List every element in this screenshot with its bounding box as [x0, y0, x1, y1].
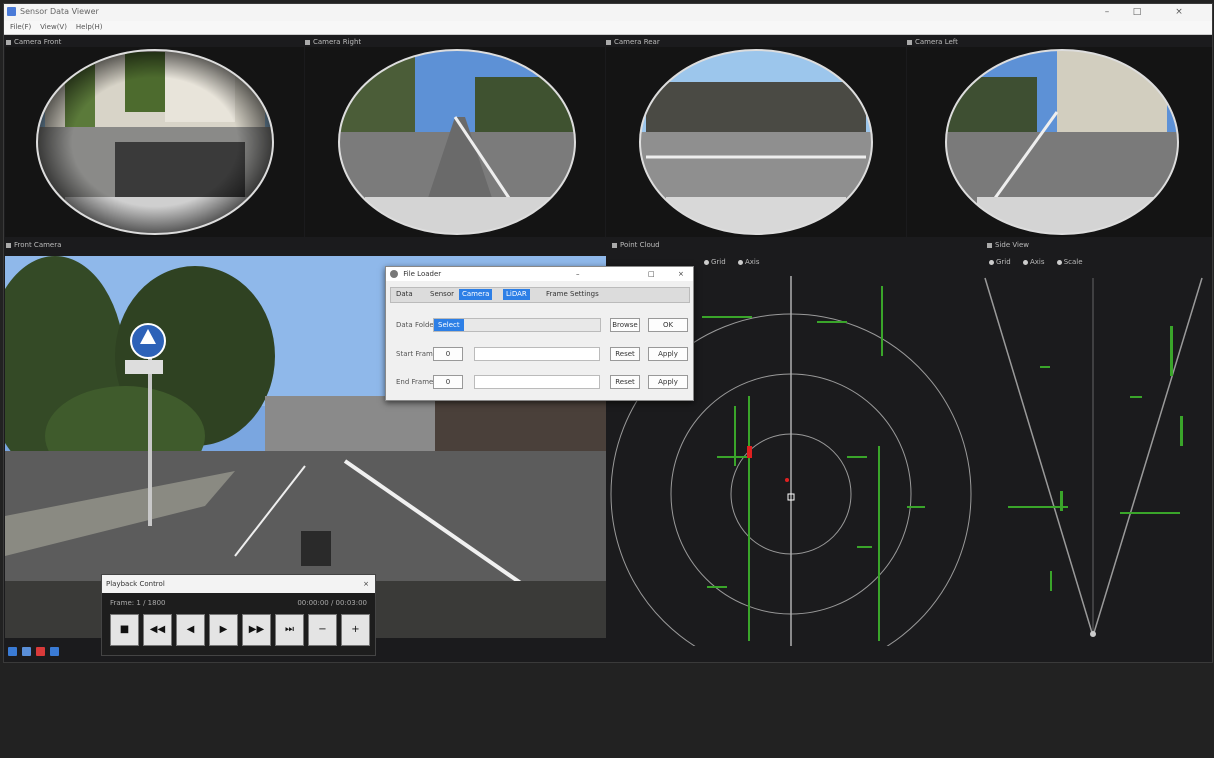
playback-title-bar: Playback Control ×	[102, 575, 375, 593]
tab-sensor[interactable]: Sensor	[427, 289, 457, 300]
end-frame-apply-button[interactable]: Apply	[648, 375, 688, 389]
fast-forward-button[interactable]: ▶▶	[242, 614, 271, 646]
window-title: Sensor Data Viewer	[20, 7, 99, 16]
title-bar: Sensor Data Viewer – □ ×	[4, 4, 1212, 21]
file-loader-dialog: File Loader – □ × Data Sensor Camera LiD…	[385, 266, 694, 401]
time-info: 00:00:00 / 00:03:00	[297, 599, 367, 607]
option-axis-side[interactable]: Axis	[1022, 258, 1044, 266]
tab-data[interactable]: Data	[393, 289, 416, 300]
tab-frame-settings[interactable]: Frame Settings	[543, 289, 602, 300]
playback-panel: Playback Control × Frame: 1 / 1800 00:00…	[101, 574, 376, 656]
start-frame-slider[interactable]	[474, 347, 600, 361]
lidar-side-options: Grid Axis Scale	[989, 258, 1093, 266]
browse-button[interactable]: Browse	[610, 318, 640, 332]
fisheye-view-front[interactable]	[5, 47, 304, 237]
start-frame-value[interactable]: 0	[433, 347, 463, 361]
end-frame-reset-button[interactable]: Reset	[610, 375, 640, 389]
data-folder-value: Select	[434, 319, 464, 331]
dialog-close-icon[interactable]: ×	[678, 267, 684, 281]
end-frame-value[interactable]: 0	[433, 375, 463, 389]
rewind-button[interactable]: ◀◀	[143, 614, 172, 646]
tab-lidar[interactable]: LiDAR	[503, 289, 530, 300]
fisheye-view-rear[interactable]	[606, 47, 906, 237]
playback-title: Playback Control	[106, 580, 165, 588]
fisheye-4-label: Camera Left	[907, 38, 958, 46]
playback-close-icon[interactable]: ×	[363, 575, 369, 593]
option-scale-side[interactable]: Scale	[1056, 258, 1083, 266]
lidar-side-label: Side View	[987, 241, 1029, 249]
camera-icon[interactable]	[21, 647, 31, 656]
data-folder-field[interactable]: Select	[433, 318, 601, 332]
skip-end-button[interactable]: ⏭	[275, 614, 304, 646]
option-axis[interactable]: Axis	[737, 258, 759, 266]
lidar-side-canvas	[980, 266, 1212, 646]
option-grid-side[interactable]: Grid	[989, 258, 1011, 266]
ok-button[interactable]: OK	[648, 318, 688, 332]
end-frame-slider[interactable]	[474, 375, 600, 389]
status-icons	[8, 647, 61, 657]
option-grid[interactable]: Grid	[704, 258, 726, 266]
fisheye-1-label: Camera Front	[6, 38, 61, 46]
frame-info: Frame: 1 / 1800	[110, 599, 166, 607]
fisheye-view-right[interactable]	[305, 47, 605, 237]
dialog-maximize-icon[interactable]: □	[648, 267, 655, 281]
menu-bar: File(F) View(V) Help(H)	[4, 21, 1212, 35]
dialog-title-bar: File Loader – □ ×	[386, 267, 693, 281]
stop-button[interactable]: ■	[110, 614, 139, 646]
fisheye-view-left[interactable]	[907, 47, 1212, 237]
zoom-out-button[interactable]: −	[308, 614, 337, 646]
lidar-side-view[interactable]	[980, 266, 1212, 646]
zoom-in-button[interactable]: +	[341, 614, 370, 646]
maximize-button[interactable]: □	[1122, 4, 1152, 21]
lidar-top-options: Grid Axis	[704, 258, 769, 266]
start-frame-apply-button[interactable]: Apply	[648, 347, 688, 361]
dialog-title: File Loader	[403, 270, 442, 278]
grid-view-icon[interactable]	[8, 647, 17, 656]
start-frame-reset-button[interactable]: Reset	[610, 347, 640, 361]
menu-file[interactable]: File(F)	[10, 21, 31, 34]
app-window: Sensor Data Viewer – □ × File(F) View(V)…	[3, 3, 1213, 663]
tab-camera[interactable]: Camera	[459, 289, 493, 300]
info-icon[interactable]	[49, 647, 59, 656]
dialog-minimize-icon[interactable]: –	[576, 267, 580, 281]
menu-help[interactable]: Help(H)	[76, 21, 103, 34]
lidar-top-label: Point Cloud	[612, 241, 660, 249]
app-icon	[7, 7, 16, 16]
start-frame-label: Start Frame	[396, 350, 438, 358]
fisheye-3-label: Camera Rear	[606, 38, 660, 46]
end-frame-label: End Frame	[396, 378, 434, 386]
play-button[interactable]: ▶	[209, 614, 238, 646]
fisheye-2-label: Camera Right	[305, 38, 361, 46]
close-button[interactable]: ×	[1164, 4, 1194, 21]
dialog-app-icon	[390, 270, 398, 278]
step-back-button[interactable]: ◀	[176, 614, 205, 646]
record-icon[interactable]	[35, 647, 45, 656]
dialog-tabs: Data Sensor Camera LiDAR Frame Settings	[390, 287, 690, 303]
data-folder-label: Data Folder	[396, 321, 437, 329]
front-camera-label: Front Camera	[6, 241, 61, 249]
menu-view[interactable]: View(V)	[40, 21, 67, 34]
minimize-button[interactable]: –	[1092, 4, 1122, 21]
